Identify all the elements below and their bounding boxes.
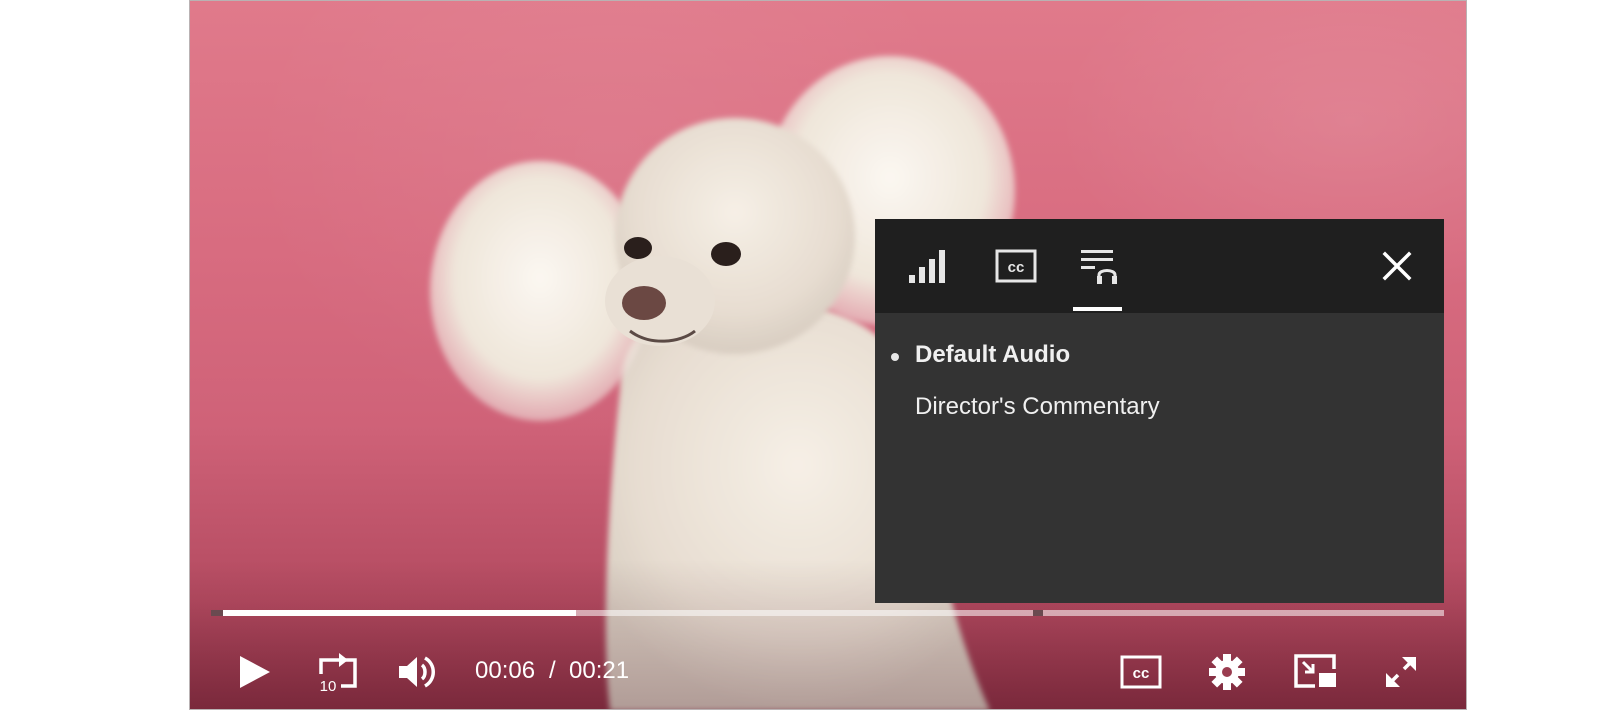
video-player[interactable]: cc Default Audio Director's Commentary 1… — [189, 0, 1467, 710]
settings-button[interactable] — [1206, 651, 1248, 693]
replay-10-button[interactable]: 10 — [314, 649, 360, 695]
settings-tabs: cc — [875, 219, 1444, 313]
gear-icon — [1209, 654, 1245, 690]
tab-audio[interactable] — [1073, 219, 1122, 313]
captions-button[interactable]: cc — [1119, 653, 1163, 691]
tab-captions[interactable]: cc — [987, 219, 1045, 313]
svg-text:cc: cc — [1133, 665, 1150, 682]
volume-button[interactable] — [396, 651, 440, 693]
audio-track-icon — [1080, 250, 1117, 284]
settings-panel: cc Default Audio Director's Commentary — [875, 219, 1444, 603]
volume-icon — [399, 656, 435, 688]
fullscreen-button[interactable] — [1380, 651, 1422, 693]
progress-bar[interactable] — [211, 610, 1444, 616]
tab-quality[interactable] — [899, 219, 957, 313]
audio-option-commentary[interactable]: Director's Commentary — [915, 393, 1160, 421]
progress-start-cap — [211, 610, 223, 616]
time-separator: / — [549, 657, 556, 684]
current-time: 00:06 — [475, 657, 536, 684]
replay-seconds-label: 10 — [320, 678, 337, 692]
progress-marker[interactable] — [1033, 610, 1043, 616]
picture-in-picture-button[interactable] — [1292, 651, 1338, 691]
cc-icon: cc — [1120, 655, 1162, 689]
svg-text:cc: cc — [1008, 259, 1025, 276]
fullscreen-icon — [1386, 657, 1416, 687]
progress-played — [223, 610, 576, 616]
replay-10-icon: 10 — [319, 653, 357, 692]
signal-bars-icon — [909, 250, 945, 283]
close-icon — [1382, 251, 1412, 281]
play-button[interactable] — [234, 651, 276, 693]
audio-option-default[interactable]: Default Audio — [915, 341, 1070, 369]
selected-bullet-icon — [891, 353, 899, 361]
picture-in-picture-icon — [1294, 654, 1336, 688]
play-icon — [240, 656, 270, 688]
duration: 00:21 — [569, 657, 630, 684]
cc-icon: cc — [995, 249, 1037, 283]
close-settings-button[interactable] — [1378, 247, 1416, 285]
